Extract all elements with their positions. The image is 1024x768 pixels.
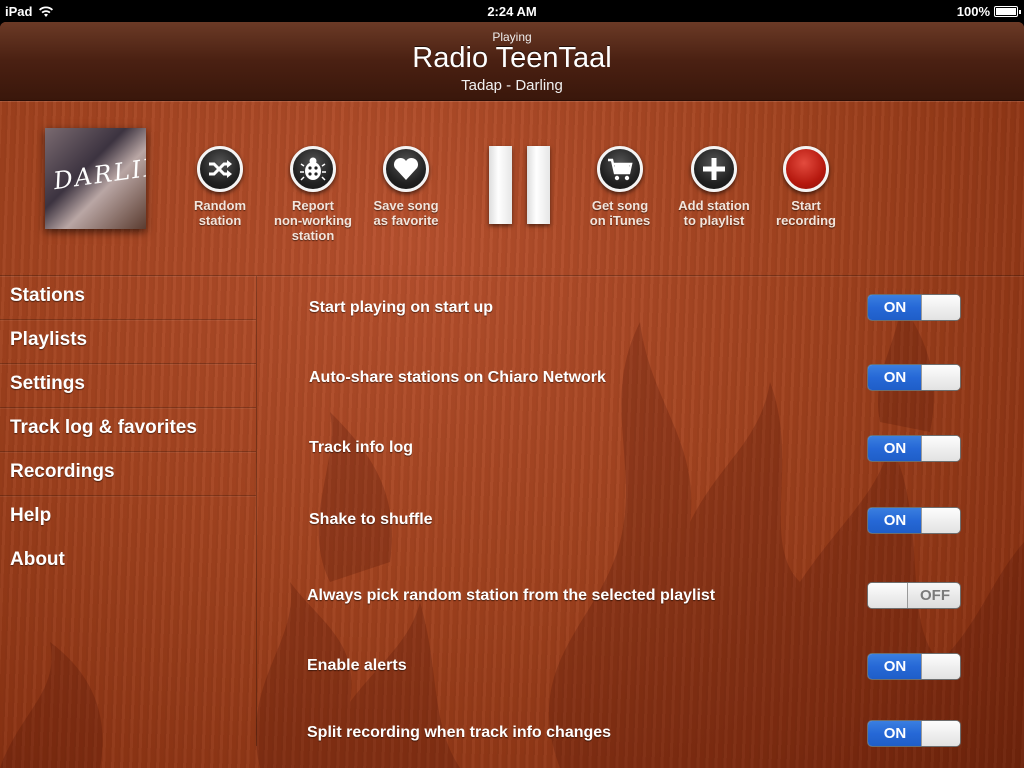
control-label-line: Save song	[373, 198, 439, 213]
control-label-line: Add station	[678, 198, 750, 213]
toggle-knob	[921, 654, 960, 679]
toggle-on-label: ON	[868, 365, 922, 390]
battery-icon	[994, 6, 1021, 17]
cart-icon	[597, 146, 643, 192]
toggle-shake-to-shuffle[interactable]: ON	[867, 507, 961, 534]
random-station-button[interactable]: Random station	[175, 146, 265, 228]
toggle-on-label: ON	[868, 654, 922, 679]
toggle-knob	[868, 583, 908, 608]
status-right: 100%	[956, 4, 1021, 19]
sidebar-item-recordings[interactable]: Recordings	[0, 452, 256, 496]
station-title: Radio TeenTaal	[412, 42, 612, 74]
toggle-knob	[921, 295, 960, 320]
album-art-title: DARLING	[51, 148, 146, 196]
setting-label-auto-share: Auto-share stations on Chiaro Network	[309, 369, 606, 386]
add-to-playlist-button[interactable]: Add station to playlist	[669, 146, 759, 228]
now-playing-header: Playing Radio TeenTaal Tadap - Darling	[0, 22, 1024, 101]
toggle-on-label: ON	[868, 295, 922, 320]
toggle-on-label: ON	[868, 436, 922, 461]
toggle-track-info-log[interactable]: ON	[867, 435, 961, 462]
app-window: Playing Radio TeenTaal Tadap - Darling D…	[0, 22, 1024, 768]
control-label-line: Start	[791, 198, 821, 213]
sidebar-item-playlists[interactable]: Playlists	[0, 320, 256, 364]
toggle-knob	[921, 508, 960, 533]
toggle-auto-share[interactable]: ON	[867, 364, 961, 391]
setting-label-track-info-log: Track info log	[309, 439, 414, 456]
sidebar: Stations Playlists Settings Track log & …	[0, 276, 257, 746]
control-label-line: station	[198, 213, 242, 228]
sidebar-item-track-log[interactable]: Track log & favorites	[0, 408, 256, 452]
toggle-random-from-playlist[interactable]: OFF	[867, 582, 961, 609]
control-label-line: to playlist	[683, 213, 745, 228]
toggle-on-label: ON	[868, 508, 922, 533]
heart-icon	[383, 146, 429, 192]
control-label-line: recording	[776, 213, 836, 228]
setting-label-split-recording: Split recording when track info changes	[307, 724, 612, 741]
toggle-start-playing[interactable]: ON	[867, 294, 961, 321]
pause-button[interactable]	[486, 146, 552, 224]
control-label-line: station	[291, 228, 335, 243]
sidebar-item-about[interactable]: About	[0, 540, 256, 584]
toggle-knob	[921, 721, 960, 746]
pause-icon-bar-right	[527, 146, 550, 224]
bug-icon	[290, 146, 336, 192]
status-bar: iPad 2:24 AM 100%	[0, 0, 1024, 22]
pause-icon-bar-left	[489, 146, 512, 224]
album-art: DARLING	[45, 128, 146, 229]
setting-label-start-playing: Start playing on start up	[309, 299, 494, 316]
save-favorite-button[interactable]: Save song as favorite	[361, 146, 451, 228]
report-station-button[interactable]: Report non-working station	[268, 146, 358, 243]
control-label-line: Random	[194, 198, 246, 213]
control-label-line: Report	[292, 198, 334, 213]
toggle-split-recording[interactable]: ON	[867, 720, 961, 747]
battery-percent: 100%	[956, 4, 990, 19]
shuffle-icon	[197, 146, 243, 192]
plus-icon	[691, 146, 737, 192]
toggle-enable-alerts[interactable]: ON	[867, 653, 961, 680]
toggle-off-label: OFF	[920, 587, 950, 604]
toggle-knob	[921, 436, 960, 461]
control-label-line: on iTunes	[589, 213, 651, 228]
setting-label-shake-to-shuffle: Shake to shuffle	[309, 511, 433, 528]
record-icon	[783, 146, 829, 192]
control-label-line: non-working	[274, 213, 352, 228]
clock: 2:24 AM	[487, 4, 537, 19]
itunes-button[interactable]: Get song on iTunes	[575, 146, 665, 228]
setting-label-enable-alerts: Enable alerts	[307, 657, 407, 674]
toggle-knob	[921, 365, 960, 390]
setting-label-random-from-playlist: Always pick random station from the sele…	[307, 587, 716, 604]
track-info: Tadap - Darling	[461, 77, 563, 94]
sidebar-item-stations[interactable]: Stations	[0, 276, 256, 320]
control-label-line: as favorite	[373, 213, 439, 228]
control-label-line: Get song	[591, 198, 649, 213]
toggle-on-label: ON	[868, 721, 922, 746]
sidebar-item-settings[interactable]: Settings	[0, 364, 256, 408]
start-recording-button[interactable]: Start recording	[761, 146, 851, 228]
sidebar-item-help[interactable]: Help	[0, 496, 256, 540]
